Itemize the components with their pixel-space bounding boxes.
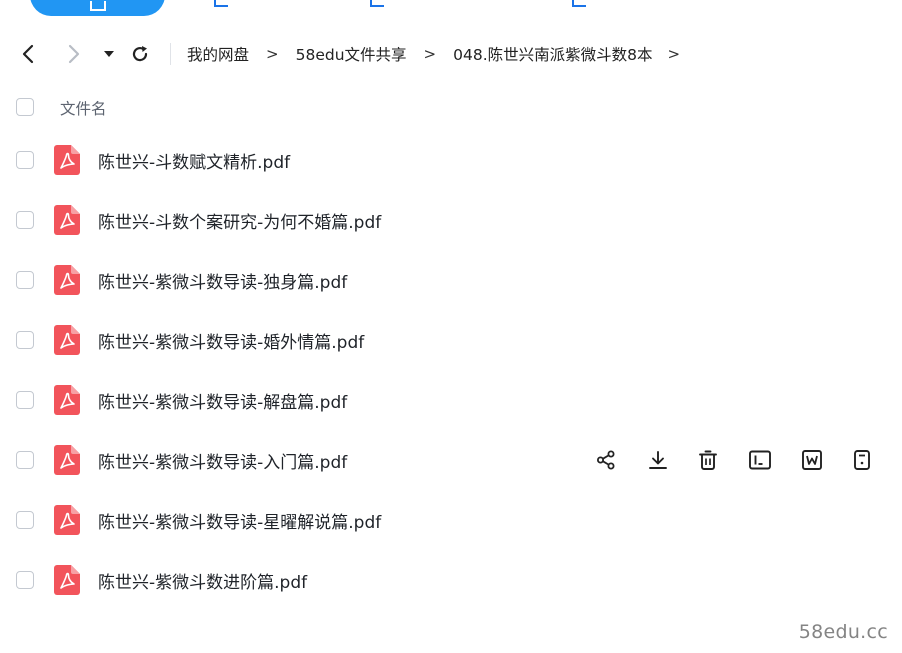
pdf-file-icon xyxy=(54,325,80,355)
forward-button[interactable] xyxy=(62,42,86,66)
refresh-button[interactable] xyxy=(128,42,152,66)
more-icon xyxy=(852,449,872,471)
file-row[interactable]: 陈世兴-紫微斗数导读-独身篇.pdf xyxy=(0,250,902,310)
share-icon xyxy=(595,449,617,471)
file-name[interactable]: 陈世兴-紫微斗数导读-星曜解说篇.pdf xyxy=(98,508,381,533)
upload-button[interactable] xyxy=(30,0,165,16)
share-button[interactable] xyxy=(594,448,618,472)
pdf-file-icon xyxy=(54,145,80,175)
caret-down-icon xyxy=(104,51,114,57)
breadcrumb-separator: > xyxy=(266,45,279,63)
top-toolbar xyxy=(0,0,902,18)
watermark: 58edu.cc xyxy=(798,621,888,643)
file-name[interactable]: 陈世兴-斗数赋文精析.pdf xyxy=(98,148,290,173)
pdf-file-icon xyxy=(54,505,80,535)
refresh-icon xyxy=(132,46,148,62)
file-row-checkbox[interactable] xyxy=(16,211,34,229)
file-row[interactable]: 陈世兴-紫微斗数导读-婚外情篇.pdf xyxy=(0,310,902,370)
file-name[interactable]: 陈世兴-斗数个案研究-为何不婚篇.pdf xyxy=(98,208,381,233)
file-row-checkbox[interactable] xyxy=(16,511,34,529)
pdf-file-icon xyxy=(54,265,80,295)
chevron-left-icon xyxy=(22,44,34,64)
breadcrumb-expand[interactable]: > xyxy=(667,45,680,63)
rename-icon xyxy=(748,449,772,471)
file-row[interactable]: 陈世兴-紫微斗数导读-解盘篇.pdf xyxy=(0,370,902,430)
word-convert-button[interactable] xyxy=(800,448,824,472)
breadcrumb-shared-folder[interactable]: 58edu文件共享 xyxy=(296,43,407,65)
breadcrumb: 我的网盘 > 58edu文件共享 > 048.陈世兴南派紫微斗数8本 > xyxy=(187,43,680,65)
breadcrumb-separator: > xyxy=(423,45,437,63)
file-name[interactable]: 陈世兴-紫微斗数导读-独身篇.pdf xyxy=(98,268,347,293)
breadcrumb-current-folder[interactable]: 048.陈世兴南派紫微斗数8本 xyxy=(453,43,652,65)
upload-icon xyxy=(90,1,106,11)
file-list: 陈世兴-斗数赋文精析.pdf 陈世兴-斗数个案研究-为何不婚篇.pdf 陈世兴-紫微… xyxy=(0,130,902,610)
file-row-checkbox[interactable] xyxy=(16,331,34,349)
file-row[interactable]: 陈世兴-紫微斗数进阶篇.pdf xyxy=(0,550,902,610)
file-row[interactable]: 陈世兴-斗数赋文精析.pdf xyxy=(0,130,902,190)
select-all-checkbox[interactable] xyxy=(16,98,34,116)
file-row-checkbox[interactable] xyxy=(16,271,34,289)
chevron-right-icon xyxy=(68,44,80,64)
file-list-header: 文件名 xyxy=(0,88,902,126)
history-dropdown[interactable] xyxy=(97,42,121,66)
file-row-checkbox[interactable] xyxy=(16,151,34,169)
file-row-checkbox[interactable] xyxy=(16,391,34,409)
file-name[interactable]: 陈世兴-紫微斗数导读-入门篇.pdf xyxy=(98,448,347,473)
back-button[interactable] xyxy=(16,42,40,66)
pdf-file-icon xyxy=(54,205,80,235)
sync-icon[interactable] xyxy=(370,0,384,7)
nav-divider xyxy=(170,43,171,65)
file-row-checkbox[interactable] xyxy=(16,451,34,469)
file-row[interactable]: 陈世兴-紫微斗数导读-入门篇.pdf xyxy=(0,430,902,490)
pdf-file-icon xyxy=(54,385,80,415)
download-icon xyxy=(647,449,669,471)
file-name[interactable]: 陈世兴-紫微斗数进阶篇.pdf xyxy=(98,568,307,593)
column-header-filename[interactable]: 文件名 xyxy=(60,97,107,119)
word-convert-icon xyxy=(801,449,823,471)
navigation-bar: 我的网盘 > 58edu文件共享 > 048.陈世兴南派紫微斗数8本 > xyxy=(0,34,902,74)
file-row[interactable]: 陈世兴-斗数个案研究-为何不婚篇.pdf xyxy=(0,190,902,250)
delete-icon xyxy=(697,449,719,471)
new-folder-icon[interactable] xyxy=(214,0,228,7)
file-row-checkbox[interactable] xyxy=(16,571,34,589)
rename-button[interactable] xyxy=(748,448,772,472)
more-button[interactable] xyxy=(850,448,874,472)
delete-button[interactable] xyxy=(696,448,720,472)
download-button[interactable] xyxy=(646,448,670,472)
device-icon[interactable] xyxy=(572,0,586,7)
pdf-file-icon xyxy=(54,445,80,475)
file-name[interactable]: 陈世兴-紫微斗数导读-解盘篇.pdf xyxy=(98,388,347,413)
pdf-file-icon xyxy=(54,565,80,595)
file-row[interactable]: 陈世兴-紫微斗数导读-星曜解说篇.pdf xyxy=(0,490,902,550)
breadcrumb-root[interactable]: 我的网盘 xyxy=(187,43,249,65)
file-name[interactable]: 陈世兴-紫微斗数导读-婚外情篇.pdf xyxy=(98,328,364,353)
